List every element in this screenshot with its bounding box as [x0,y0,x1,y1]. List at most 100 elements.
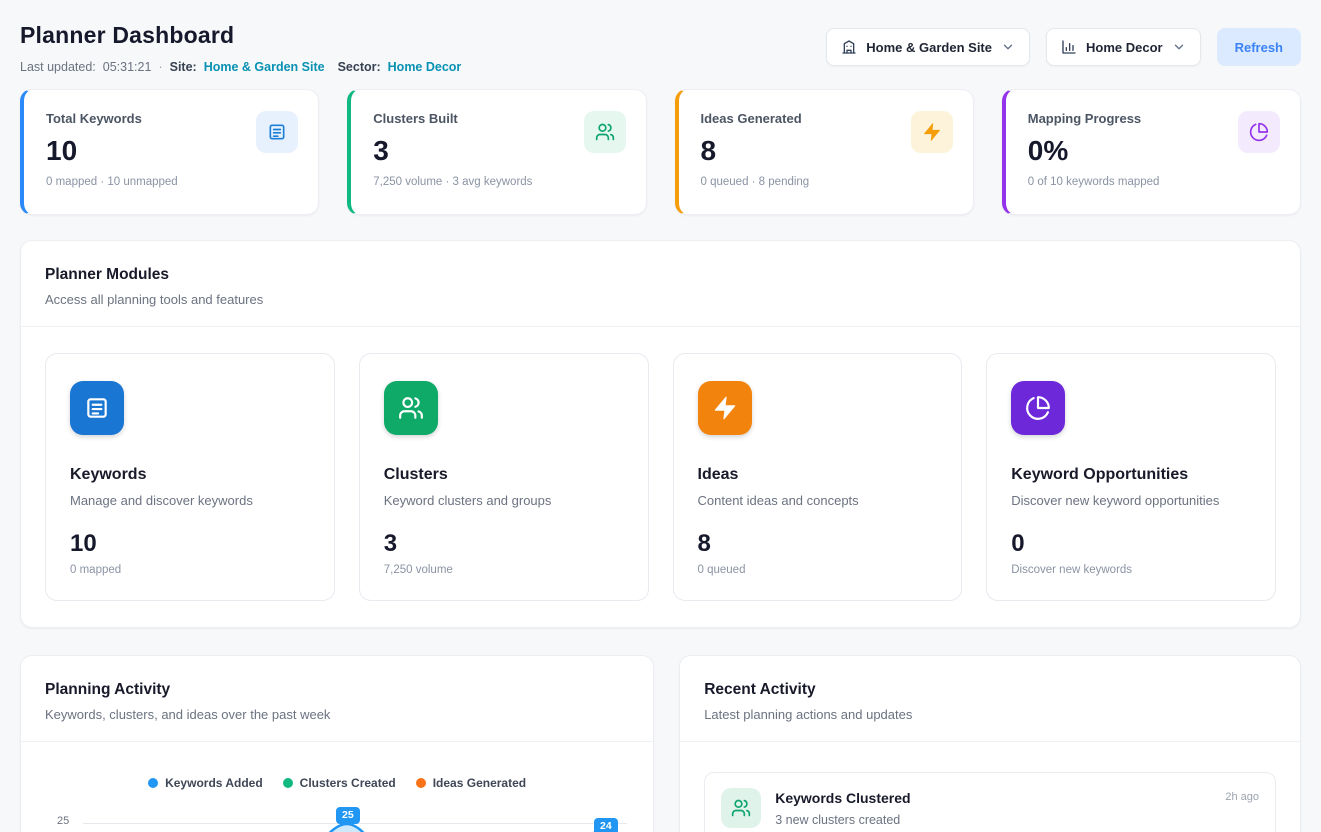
card-title: Recent Activity [704,681,1276,699]
refresh-button[interactable]: Refresh [1217,28,1301,66]
stat-card-mapping-progress: Mapping Progress 0% 0 of 10 keywords map… [1002,89,1301,215]
sector-link[interactable]: Home Decor [388,60,462,74]
sector-selector-label: Home Decor [1086,40,1163,55]
module-description: Discover new keyword opportunities [1011,493,1251,508]
module-description: Keyword clusters and groups [384,493,624,508]
data-point-label: 24 [594,818,618,832]
site-selector-dropdown[interactable]: Home & Garden Site [826,28,1030,66]
stat-caption: 0 queued · 8 pending [701,176,953,188]
module-value: 3 [384,530,624,558]
activity-timestamp: 2h ago [1225,791,1259,803]
stat-label: Ideas Generated [701,111,802,126]
module-value: 10 [70,530,310,558]
recent-activity-header: Recent Activity Latest planning actions … [680,656,1300,742]
last-updated-line: Last updated: 05:31:21 · Site: Home & Ga… [20,60,461,74]
card-subtitle: Keywords, clusters, and ideas over the p… [45,707,629,722]
last-updated-label: Last updated: [20,60,96,74]
recent-activity-body: Keywords Clustered 3 new clusters create… [680,742,1300,832]
site-label: Site: [170,60,197,74]
site-selector-label: Home & Garden Site [866,40,992,55]
stats-row: Total Keywords 10 0 mapped · 10 unmapped… [20,89,1301,215]
chevron-down-icon [1001,40,1015,54]
module-description: Content ideas and concepts [698,493,938,508]
users-icon [721,788,761,828]
module-caption: 0 queued [698,564,938,576]
y-axis-tick: 25 [57,815,69,827]
building-icon [841,39,857,55]
legend-item-clusters-created[interactable]: Clusters Created [283,776,396,790]
page-header: Planner Dashboard Last updated: 05:31:21… [20,18,1301,74]
sector-selector-dropdown[interactable]: Home Decor [1046,28,1201,66]
page-title: Planner Dashboard [20,22,461,49]
recent-activity-card: Recent Activity Latest planning actions … [679,655,1301,832]
module-card-clusters[interactable]: Clusters Keyword clusters and groups 3 7… [359,353,649,601]
planning-activity-chart: 25 25 24 [45,804,629,832]
stat-card-clusters-built: Clusters Built 3 7,250 volume · 3 avg ke… [347,89,646,215]
zap-icon [698,381,752,435]
planning-activity-header: Planning Activity Keywords, clusters, an… [21,656,653,742]
module-title: Clusters [384,466,624,484]
module-caption: 7,250 volume [384,564,624,576]
dot-separator: · [158,60,162,74]
planner-modules-header: Planner Modules Access all planning tool… [21,241,1300,327]
card-subtitle: Latest planning actions and updates [704,707,1276,722]
module-title: Keywords [70,466,310,484]
module-value: 0 [1011,530,1251,558]
planner-modules-panel: Planner Modules Access all planning tool… [20,240,1301,628]
stat-label: Total Keywords [46,111,142,126]
legend-label: Keywords Added [165,776,263,790]
pie-chart-icon [1238,111,1280,153]
panel-title: Planner Modules [45,266,1276,284]
legend-label: Clusters Created [300,776,396,790]
modules-grid: Keywords Manage and discover keywords 10… [21,327,1300,627]
bar-chart-icon [1061,39,1077,55]
module-caption: Discover new keywords [1011,564,1251,576]
legend-label: Ideas Generated [433,776,526,790]
legend-item-keywords-added[interactable]: Keywords Added [148,776,263,790]
site-link[interactable]: Home & Garden Site [204,60,325,74]
module-card-keywords[interactable]: Keywords Manage and discover keywords 10… [45,353,335,601]
activity-list-item: Keywords Clustered 3 new clusters create… [704,772,1276,832]
card-title: Planning Activity [45,681,629,699]
legend-dot-green [283,778,293,788]
chart-legend: Keywords Added Clusters Created Ideas Ge… [45,776,629,790]
stat-caption: 0 mapped · 10 unmapped [46,176,298,188]
planner-dashboard-page: Planner Dashboard Last updated: 05:31:21… [0,0,1321,832]
document-icon [256,111,298,153]
module-card-keyword-opportunities[interactable]: Keyword Opportunities Discover new keywo… [986,353,1276,601]
stat-label: Mapping Progress [1028,111,1141,126]
document-icon [70,381,124,435]
users-icon [384,381,438,435]
planning-activity-body: Keywords Added Clusters Created Ideas Ge… [21,742,653,832]
sector-label: Sector: [338,60,381,74]
stat-value: 10 [46,135,142,167]
module-card-ideas[interactable]: Ideas Content ideas and concepts 8 0 que… [673,353,963,601]
chevron-down-icon [1172,40,1186,54]
stat-card-ideas-generated: Ideas Generated 8 0 queued · 8 pending [675,89,974,215]
last-updated-value: 05:31:21 [103,60,152,74]
stat-caption: 7,250 volume · 3 avg keywords [373,176,625,188]
panel-subtitle: Access all planning tools and features [45,292,1276,307]
module-value: 8 [698,530,938,558]
activity-title: Keywords Clustered [775,790,910,806]
header-left: Planner Dashboard Last updated: 05:31:21… [20,18,461,74]
zap-icon [911,111,953,153]
users-icon [584,111,626,153]
activity-description: 3 new clusters created [775,813,910,827]
legend-item-ideas-generated[interactable]: Ideas Generated [416,776,526,790]
stat-value: 0% [1028,135,1141,167]
legend-dot-blue [148,778,158,788]
stat-caption: 0 of 10 keywords mapped [1028,176,1280,188]
activity-text: Keywords Clustered 3 new clusters create… [775,788,910,827]
planning-activity-card: Planning Activity Keywords, clusters, an… [20,655,654,832]
module-title: Ideas [698,466,938,484]
stat-value: 8 [701,135,802,167]
module-caption: 0 mapped [70,564,310,576]
stat-label: Clusters Built [373,111,458,126]
legend-dot-orange [416,778,426,788]
bottom-row: Planning Activity Keywords, clusters, an… [20,655,1301,832]
header-controls: Home & Garden Site Home Decor Refresh [826,28,1301,66]
module-description: Manage and discover keywords [70,493,310,508]
stat-card-total-keywords: Total Keywords 10 0 mapped · 10 unmapped [20,89,319,215]
data-point-label: 25 [336,807,360,824]
